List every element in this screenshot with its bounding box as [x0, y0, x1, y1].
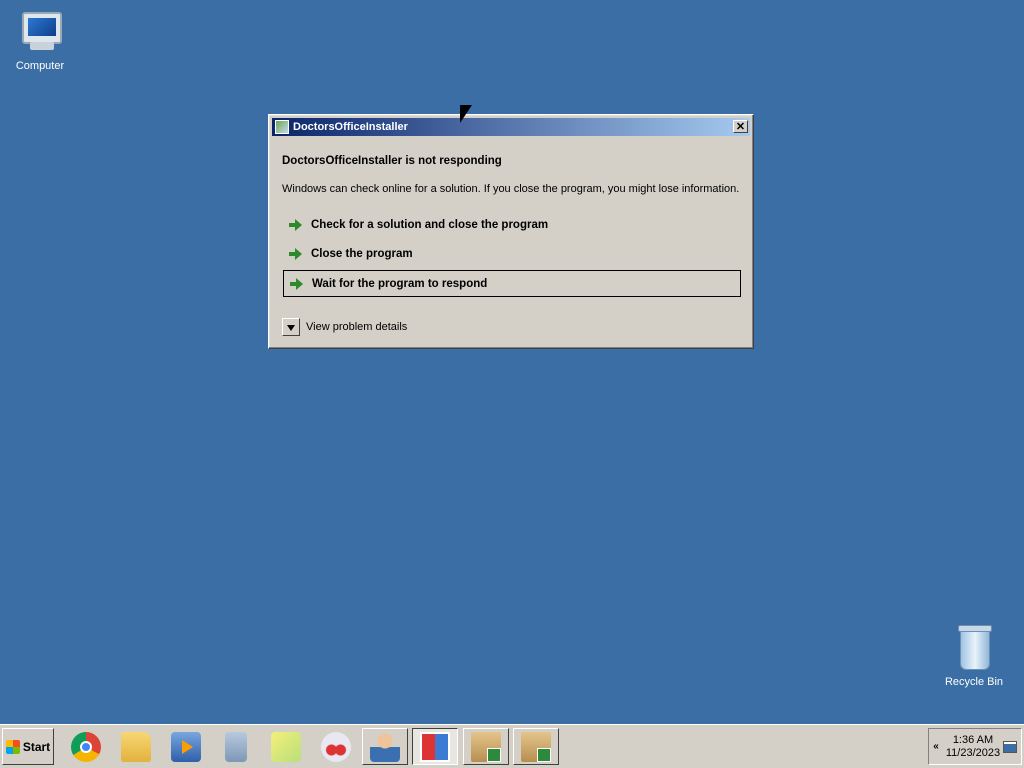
- option-label: Check for a solution and close the progr…: [311, 218, 549, 231]
- option-label: Close the program: [311, 247, 413, 260]
- view-problem-details[interactable]: View problem details: [282, 318, 407, 336]
- app-icon: [275, 120, 289, 134]
- windows-logo-icon: [5, 739, 20, 754]
- start-button[interactable]: Start: [2, 728, 54, 765]
- green-arrow-icon: [289, 218, 303, 232]
- option-label: Wait for the program to respond: [312, 277, 488, 290]
- show-desktop-icon[interactable]: [1003, 740, 1017, 753]
- app-window-icon: [420, 731, 450, 762]
- taskbar-snipping-tool-button[interactable]: [313, 728, 359, 765]
- taskbar-calculator-button[interactable]: [213, 728, 259, 765]
- taskbar-media-player-button[interactable]: [163, 728, 209, 765]
- installer-package-icon: [471, 731, 501, 762]
- taskbar-explorer-button[interactable]: [113, 728, 159, 765]
- desktop-icon-label: Computer: [15, 60, 65, 72]
- taskbar-installer-button-2[interactable]: [513, 728, 559, 765]
- desktop-icon-computer[interactable]: Computer: [0, 8, 80, 72]
- dialog-message: Windows can check online for a solution.…: [282, 183, 740, 195]
- sticky-notes-icon: [271, 731, 301, 762]
- desktop-icon-recycle-bin[interactable]: Recycle Bin: [934, 624, 1014, 688]
- clock[interactable]: 1:36 AM 11/23/2023: [943, 734, 1003, 760]
- chevron-down-icon[interactable]: [282, 318, 300, 336]
- media-player-icon: [171, 731, 201, 762]
- not-responding-dialog: DoctorsOfficeInstaller ✕ DoctorsOfficeIn…: [268, 114, 754, 349]
- folder-icon: [121, 731, 151, 762]
- dialog-title-bar[interactable]: DoctorsOfficeInstaller ✕: [272, 118, 750, 136]
- green-arrow-icon: [289, 247, 303, 261]
- installer-package-icon: [521, 731, 551, 762]
- taskbar-chrome-button[interactable]: [63, 728, 109, 765]
- computer-icon: [16, 8, 64, 56]
- wait-for-program-button[interactable]: Wait for the program to respond: [283, 270, 741, 297]
- taskbar-app-window-button[interactable]: [412, 728, 458, 765]
- calculator-icon: [225, 731, 247, 762]
- chrome-icon: [71, 731, 101, 762]
- details-label: View problem details: [306, 321, 408, 333]
- start-label: Start: [22, 739, 51, 754]
- green-arrow-icon: [290, 277, 304, 291]
- close-icon: ✕: [735, 121, 746, 133]
- desktop-icon-label: Recycle Bin: [944, 676, 1004, 688]
- check-solution-close-button[interactable]: Check for a solution and close the progr…: [283, 211, 741, 238]
- taskbar: Start « 1:36 AM 11/23/2023: [0, 724, 1024, 768]
- taskbar-user-button[interactable]: [362, 728, 408, 765]
- close-button[interactable]: ✕: [733, 120, 748, 133]
- system-tray: « 1:36 AM 11/23/2023: [928, 728, 1022, 765]
- snipping-tool-icon: [321, 731, 351, 762]
- dialog-title: DoctorsOfficeInstaller: [293, 121, 408, 133]
- recycle-bin-icon: [950, 624, 998, 672]
- user-icon: [370, 731, 400, 762]
- taskbar-installer-button-1[interactable]: [463, 728, 509, 765]
- taskbar-sticky-notes-button[interactable]: [263, 728, 309, 765]
- dialog-heading: DoctorsOfficeInstaller is not responding: [282, 155, 502, 167]
- show-hidden-icons-icon[interactable]: «: [929, 741, 943, 752]
- clock-time: 1:36 AM: [952, 733, 994, 746]
- clock-date: 11/23/2023: [945, 746, 1001, 759]
- close-program-button[interactable]: Close the program: [283, 240, 741, 267]
